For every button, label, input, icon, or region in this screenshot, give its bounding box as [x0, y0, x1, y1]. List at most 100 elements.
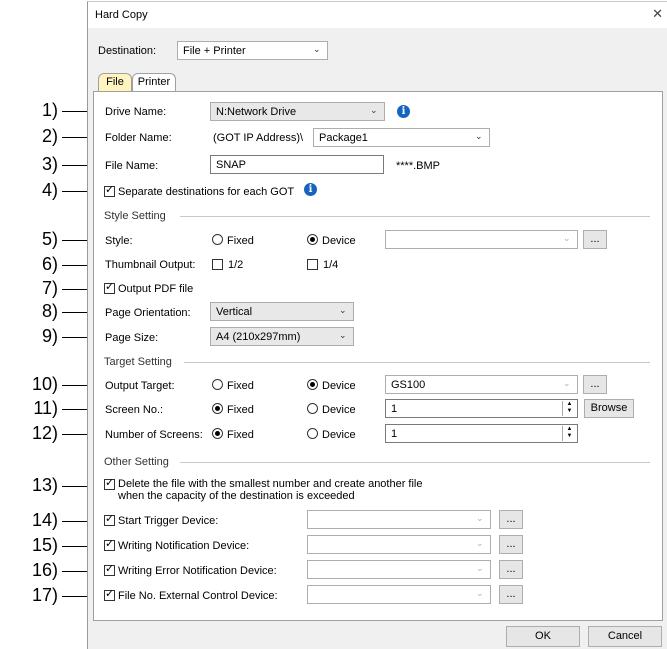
close-icon[interactable]: ✕	[652, 6, 663, 22]
style-browse-button[interactable]: ...	[583, 230, 607, 249]
page-size-select[interactable]: A4 (210x297mm) ⌄	[210, 327, 354, 346]
output-target-device-label: Device	[322, 380, 356, 392]
section-divider	[184, 362, 650, 363]
callout-15: 15)	[31, 535, 58, 555]
info-icon[interactable]: i	[397, 105, 410, 118]
writing-notification-checkbox[interactable]: ✓	[104, 538, 115, 551]
callout-4: 4)	[41, 180, 58, 200]
file-name-suffix: ****.BMP	[396, 160, 441, 172]
folder-prefix: (GOT IP Address)\	[213, 132, 304, 144]
number-of-screens-spinner[interactable]: ▲ ▼	[562, 426, 576, 441]
style-device-select[interactable]: ⌄	[385, 230, 578, 249]
separate-destinations-label: Separate destinations for each GOT	[118, 186, 295, 198]
tab-file[interactable]: File	[98, 73, 132, 91]
writing-notification-browse-button[interactable]: ...	[499, 535, 523, 554]
destination-label: Destination:	[98, 45, 157, 57]
folder-name-select[interactable]: Package1 ⌄	[313, 128, 490, 147]
folder-name-label: Folder Name:	[105, 132, 172, 144]
page-orientation-select[interactable]: Vertical ⌄	[210, 302, 354, 321]
chevron-down-icon: ⌄	[370, 105, 378, 115]
number-of-screens-label: Number of Screens:	[105, 429, 203, 441]
number-of-screens-device-label: Device	[322, 429, 356, 441]
screen-no-label: Screen No.:	[105, 404, 164, 416]
file-name-value: SNAP	[216, 159, 246, 171]
number-of-screens-value: 1	[391, 428, 398, 440]
output-target-browse-button[interactable]: ...	[583, 375, 607, 394]
chevron-down-icon: ⌄	[339, 330, 347, 340]
thumbnail-quarter-checkbox[interactable]	[307, 259, 318, 270]
output-target-fixed-radio[interactable]	[212, 379, 223, 390]
chevron-down-icon: ⌄	[476, 513, 484, 523]
window-title: Hard Copy	[95, 9, 148, 21]
section-divider	[180, 462, 650, 463]
spin-down-icon: ▼	[566, 408, 573, 414]
output-pdf-checkbox[interactable]: ✓	[104, 281, 115, 294]
callout-3: 3)	[41, 154, 58, 174]
writing-error-checkbox[interactable]: ✓	[104, 563, 115, 576]
info-icon[interactable]: i	[304, 183, 317, 196]
screen-no-fixed-radio[interactable]	[212, 403, 223, 414]
style-setting-heading: Style Setting	[104, 210, 166, 222]
chevron-down-icon: ⌄	[475, 131, 483, 141]
cancel-button[interactable]: Cancel	[588, 626, 662, 647]
file-no-control-select[interactable]: ⌄	[307, 585, 491, 604]
callout-8: 8)	[41, 301, 58, 321]
output-target-select[interactable]: GS100 ⌄	[385, 375, 578, 394]
output-target-value: GS100	[391, 379, 426, 391]
chevron-down-icon: ⌄	[476, 538, 484, 548]
page-size-value: A4 (210x297mm)	[216, 331, 301, 343]
file-name-label: File Name:	[105, 160, 159, 172]
drive-name-label: Drive Name:	[105, 106, 167, 118]
start-trigger-select[interactable]: ⌄	[307, 510, 491, 529]
chevron-down-icon: ⌄	[476, 588, 484, 598]
page-size-label: Page Size:	[105, 332, 159, 344]
style-fixed-radio[interactable]	[212, 234, 223, 245]
screen-no-device-label: Device	[322, 404, 356, 416]
thumbnail-half-checkbox[interactable]	[212, 259, 223, 270]
file-no-control-checkbox[interactable]: ✓	[104, 588, 115, 601]
thumbnail-half-label: 1/2	[228, 259, 244, 271]
chevron-down-icon: ⌄	[339, 305, 347, 315]
screen-browse-button[interactable]: Browse	[584, 399, 634, 418]
callout-6: 6)	[41, 254, 58, 274]
output-target-fixed-label: Fixed	[227, 380, 254, 392]
number-of-screens-device-radio[interactable]	[307, 428, 318, 439]
delete-oldest-label-line2: when the capacity of the destination is …	[118, 490, 355, 502]
number-of-screens-fixed-label: Fixed	[227, 429, 254, 441]
output-pdf-label: Output PDF file	[118, 283, 194, 295]
callout-11: 11)	[33, 398, 58, 418]
style-label: Style:	[105, 235, 133, 247]
target-setting-heading: Target Setting	[104, 356, 172, 368]
style-device-label: Device	[322, 235, 356, 247]
callout-7: 7)	[41, 278, 58, 298]
delete-oldest-checkbox[interactable]: ✓	[104, 477, 115, 490]
start-trigger-checkbox[interactable]: ✓	[104, 513, 115, 526]
writing-notification-select[interactable]: ⌄	[307, 535, 491, 554]
screen-no-device-radio[interactable]	[307, 403, 318, 414]
writing-notification-label: Writing Notification Device:	[118, 540, 250, 552]
style-fixed-label: Fixed	[227, 235, 254, 247]
callout-13: 13)	[31, 475, 58, 495]
other-setting-heading: Other Setting	[104, 456, 169, 468]
screen-no-spinner[interactable]: ▲ ▼	[562, 401, 576, 416]
writing-error-select[interactable]: ⌄	[307, 560, 491, 579]
output-target-device-radio[interactable]	[307, 379, 318, 390]
number-of-screens-input[interactable]: 1 ▲ ▼	[385, 424, 578, 443]
delete-oldest-label-line1: Delete the file with the smallest number…	[118, 478, 423, 490]
file-name-input[interactable]: SNAP	[210, 155, 384, 174]
tab-printer[interactable]: Printer	[132, 73, 176, 91]
file-no-control-browse-button[interactable]: ...	[499, 585, 523, 604]
separate-destinations-checkbox[interactable]: ✓	[104, 184, 115, 197]
destination-select[interactable]: File + Printer ⌄	[177, 41, 328, 60]
screen-no-input[interactable]: 1 ▲ ▼	[385, 399, 578, 418]
start-trigger-browse-button[interactable]: ...	[499, 510, 523, 529]
number-of-screens-fixed-radio[interactable]	[212, 428, 223, 439]
callout-17: 17)	[31, 585, 58, 605]
destination-value: File + Printer	[183, 45, 246, 57]
writing-error-label: Writing Error Notification Device:	[118, 565, 277, 577]
writing-error-browse-button[interactable]: ...	[499, 560, 523, 579]
callout-10: 10)	[31, 374, 58, 394]
drive-name-select[interactable]: N:Network Drive ⌄	[210, 102, 385, 121]
style-device-radio[interactable]	[307, 234, 318, 245]
ok-button[interactable]: OK	[506, 626, 580, 647]
